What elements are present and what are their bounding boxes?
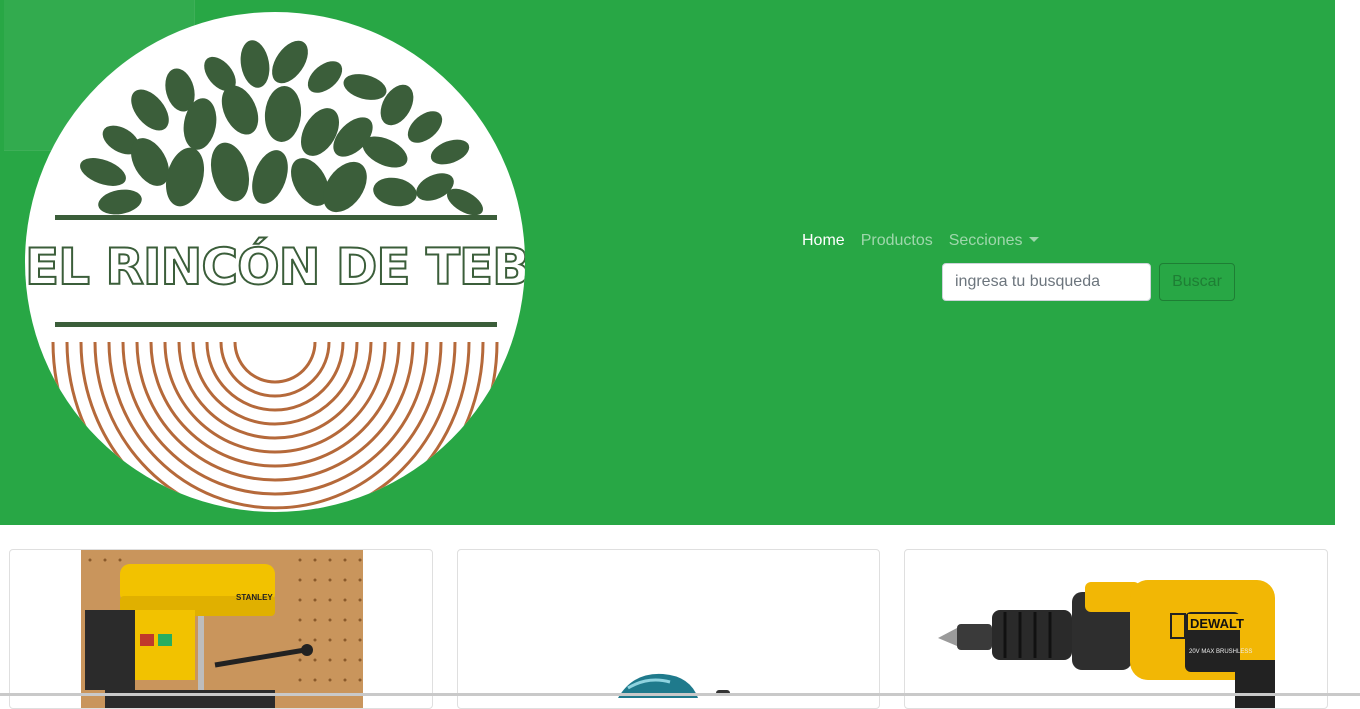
nav-links: Home Productos Secciones xyxy=(802,232,1039,250)
nav-productos-link[interactable]: Productos xyxy=(861,232,933,250)
brand-logo[interactable]: EL RINCÓN DE TEBI xyxy=(25,12,525,512)
nav-secciones-label: Secciones xyxy=(948,232,1023,249)
logo-wordmark: EL RINCÓN DE TEBI xyxy=(25,237,525,297)
product-brand-stanley: STANLEY xyxy=(236,593,273,602)
product-card[interactable]: DEWALT 20V MAX BRUSHLESS xyxy=(904,549,1328,709)
product-sublabel-dewalt: 20V MAX BRUSHLESS xyxy=(1189,649,1252,655)
product-image-power-tool xyxy=(618,673,730,698)
product-image-dewalt-drill: DEWALT 20V MAX BRUSHLESS xyxy=(938,580,1275,708)
caret-down-icon xyxy=(1028,237,1039,242)
product-brand-dewalt: DEWALT xyxy=(1190,616,1244,631)
product-image-drill-press: STANLEY xyxy=(81,550,363,708)
navbar: EL RINCÓN DE TEBI Home Productos Seccion… xyxy=(0,0,1335,525)
search-button[interactable]: Buscar xyxy=(1159,263,1235,301)
search-input[interactable] xyxy=(942,263,1151,301)
product-card[interactable]: STANLEY xyxy=(9,549,433,709)
nav-home-link[interactable]: Home xyxy=(802,232,845,250)
nav-secciones-dropdown[interactable]: Secciones xyxy=(949,232,1039,250)
product-card[interactable] xyxy=(457,549,880,709)
